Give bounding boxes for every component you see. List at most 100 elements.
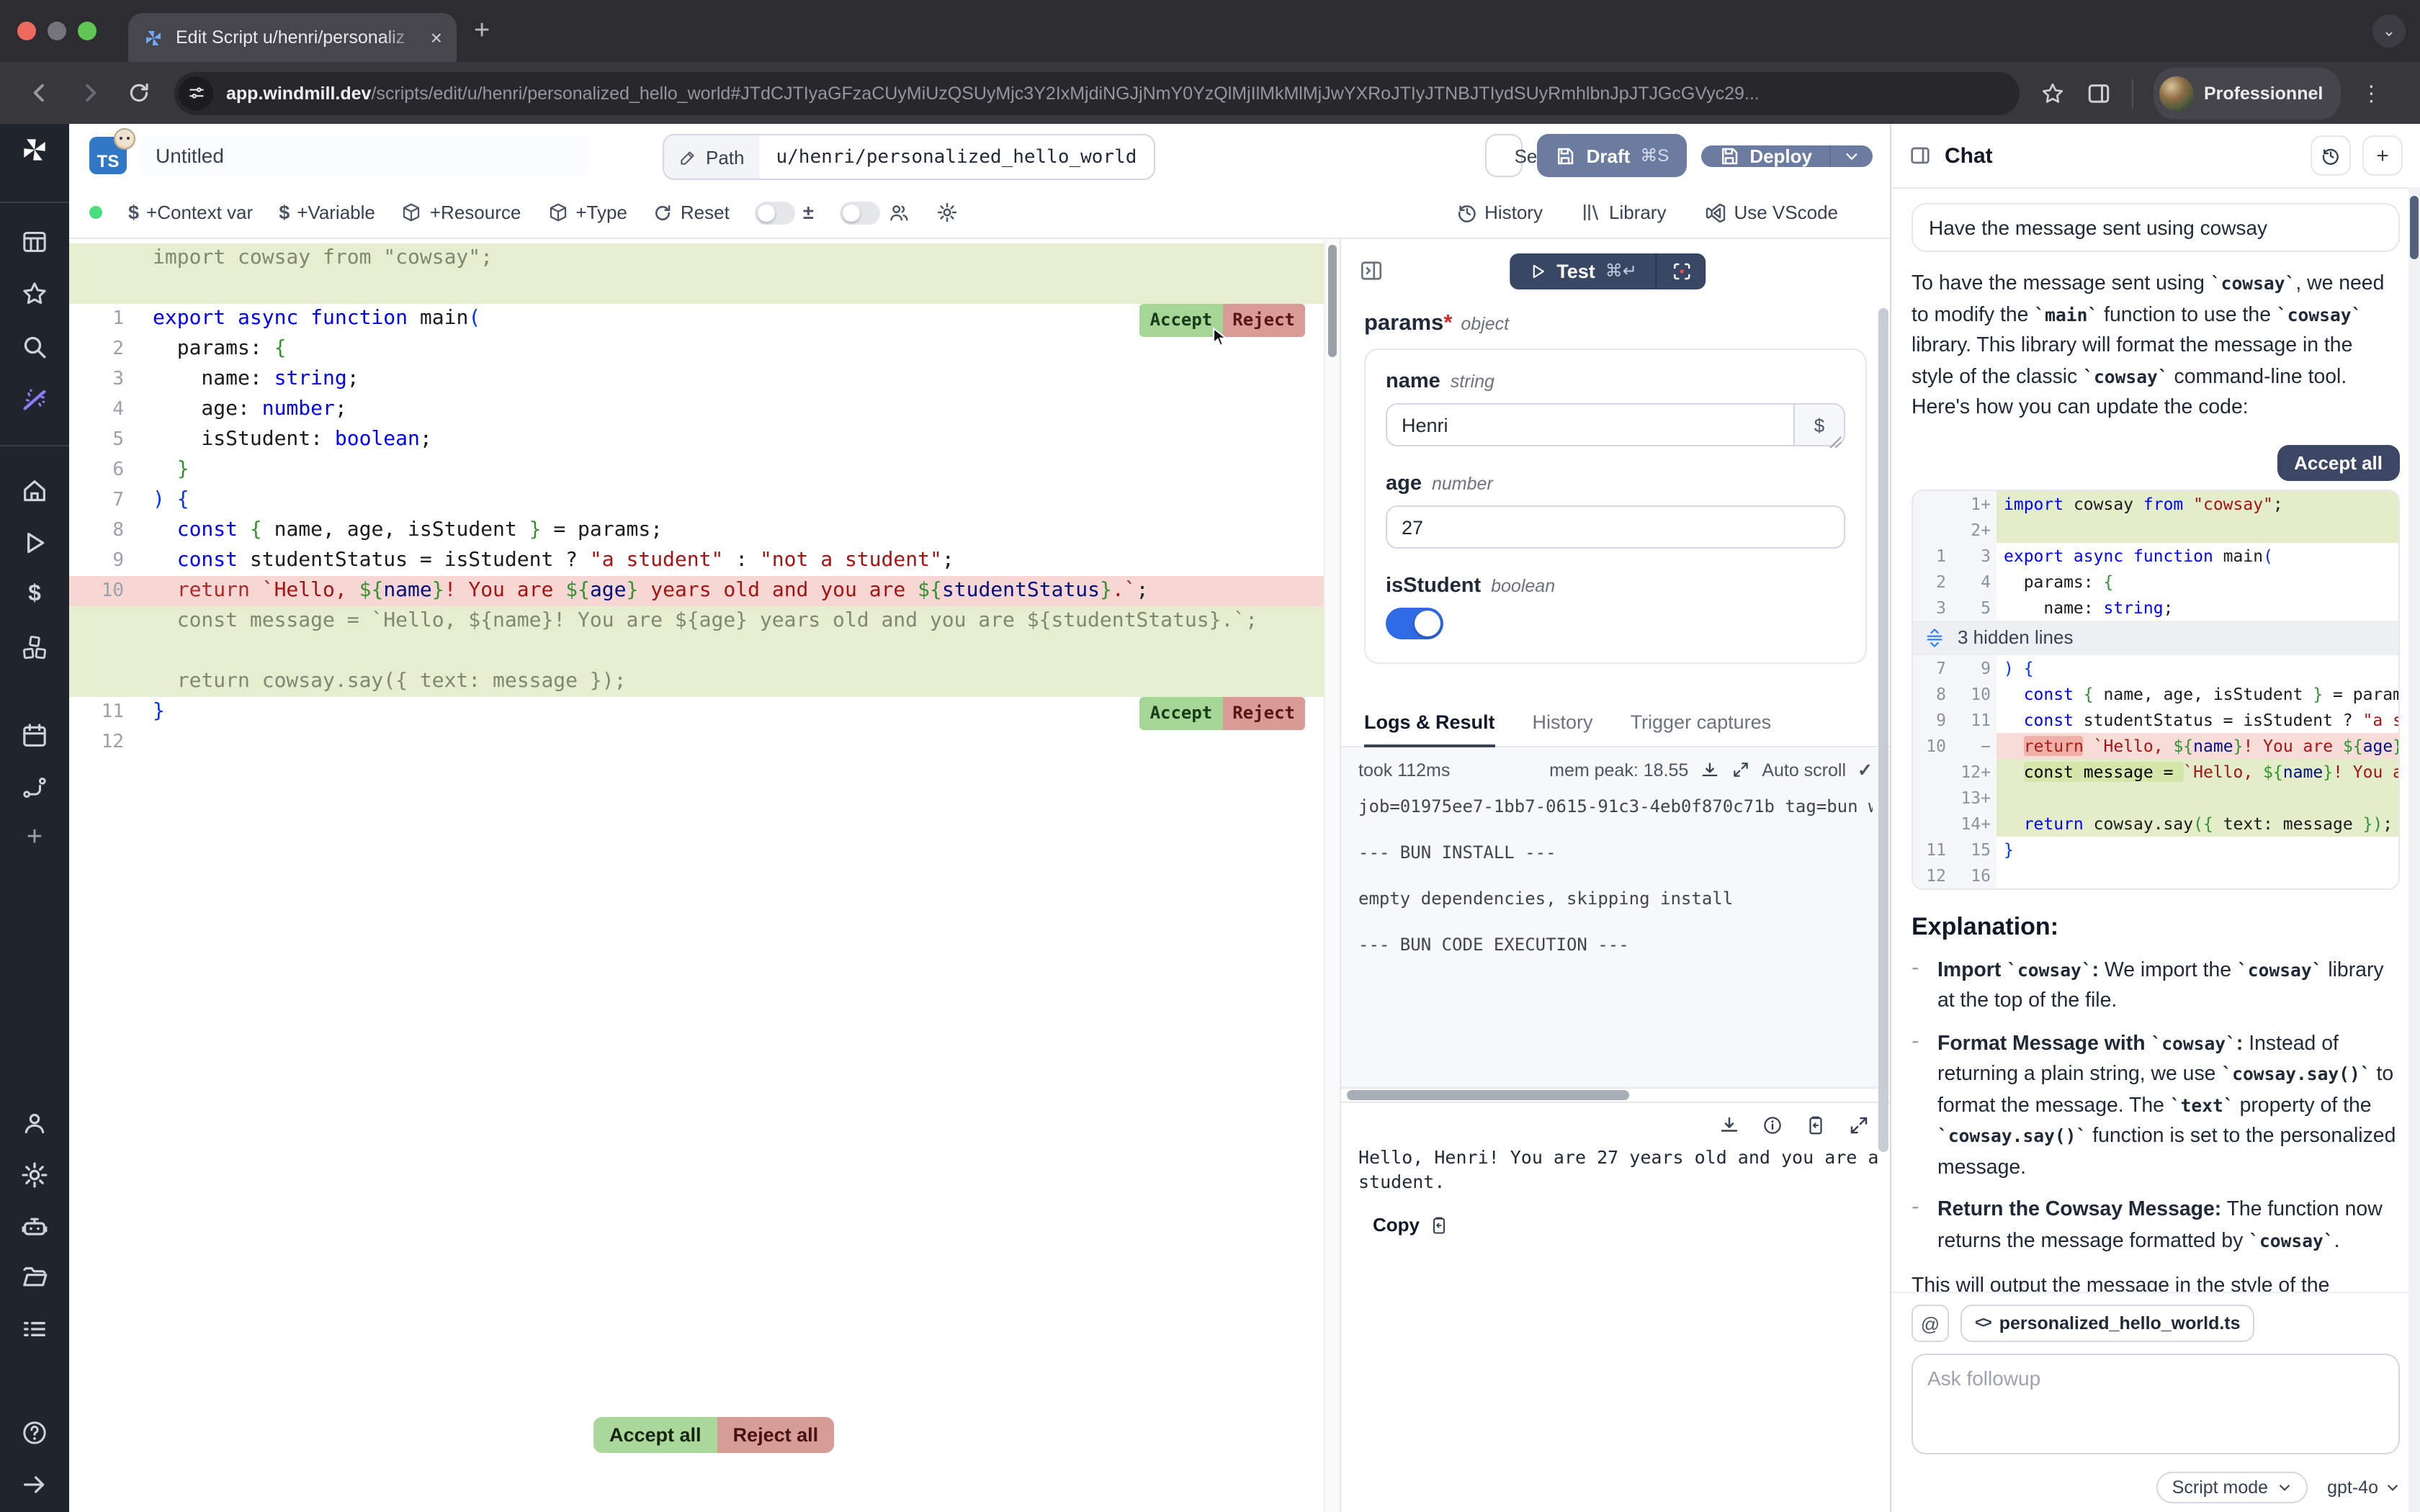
copy-result-icon[interactable] (1805, 1115, 1827, 1136)
sidebar-item-ai[interactable] (17, 382, 52, 416)
accept-all-button[interactable]: Accept all (593, 1417, 717, 1453)
settings-button[interactable]: Settings (1486, 134, 1523, 177)
window-controls[interactable] (17, 22, 97, 40)
sidebar-item-schedules[interactable] (17, 719, 52, 753)
test-button[interactable]: Test⌘↵ (1509, 253, 1656, 289)
chat-accept-all-button[interactable]: Accept all (2277, 444, 2400, 480)
add-type-button[interactable]: +Type (547, 202, 627, 223)
expand-logs-icon[interactable] (1731, 760, 1750, 779)
profile-button[interactable]: Professionnel (2154, 67, 2340, 119)
use-vscode-button[interactable]: Use VScode (1703, 201, 1838, 224)
diff-toggle[interactable]: ± (756, 201, 814, 224)
download-result-icon[interactable] (1718, 1115, 1740, 1136)
isstudent-toggle[interactable] (1386, 608, 1443, 639)
deploy-split-button[interactable]: Deploy (1700, 145, 1873, 166)
sidebar-item-resources[interactable] (17, 631, 52, 665)
editor-scrollbar[interactable] (1324, 239, 1340, 1512)
deploy-dropdown-button[interactable] (1831, 145, 1873, 166)
path-button[interactable]: Path u/henri/personalized_hello_world (663, 134, 1155, 180)
url-bar[interactable]: app.windmill.dev/scripts/edit/u/henri/pe… (174, 71, 2020, 114)
tab-search-icon[interactable]: ⌄ (2372, 14, 2406, 48)
panel-scrollbar[interactable] (1878, 308, 1888, 1152)
tab-history[interactable]: History (1533, 701, 1593, 746)
browser-tab[interactable]: Edit Script u/henri/personaliz × (128, 13, 457, 62)
context-file-chip[interactable]: <> personalized_hello_world.ts (1960, 1305, 2255, 1342)
code-line[interactable] (69, 636, 1325, 667)
sidebar-item-settings[interactable] (17, 1158, 52, 1192)
reset-button[interactable]: Reset (653, 202, 730, 223)
add-resource-button[interactable]: +Resource (401, 202, 521, 223)
sidebar-item-help[interactable] (17, 1416, 52, 1450)
chat-history-button[interactable] (2311, 135, 2351, 176)
accept-hunk-button[interactable]: Accept (1140, 697, 1223, 730)
sidebar-item-search[interactable] (17, 330, 52, 364)
windmill-logo-icon[interactable] (17, 132, 52, 167)
mode-select[interactable]: Script mode (2156, 1472, 2307, 1503)
sidebar-item-flows[interactable] (17, 770, 52, 805)
kebab-menu-icon[interactable]: ⋮ (2360, 80, 2382, 106)
code-line[interactable] (69, 274, 1325, 304)
new-chat-button[interactable]: + (2362, 135, 2403, 176)
collapse-panel-icon[interactable] (1358, 258, 1384, 284)
code-line[interactable]: 12 (69, 727, 1325, 757)
code-line[interactable]: 5 isStudent: boolean; (69, 425, 1325, 455)
followup-input[interactable] (1912, 1354, 2400, 1454)
new-tab-button[interactable]: + (474, 15, 490, 47)
forward-icon[interactable] (76, 79, 104, 107)
minimize-window-button[interactable] (48, 22, 66, 40)
sidebar-item-apps[interactable] (17, 225, 52, 259)
code-line[interactable]: 7) { (69, 485, 1325, 516)
sidebar-item-favorites[interactable] (17, 276, 52, 311)
mention-button[interactable]: @ (1912, 1305, 1949, 1342)
tab-logs-result[interactable]: Logs & Result (1364, 701, 1495, 747)
script-summary-input[interactable]: Untitled (141, 134, 588, 177)
deploy-button[interactable]: Deploy (1700, 145, 1829, 166)
sidebar-collapse-icon[interactable] (17, 1467, 52, 1502)
code-line[interactable]: 1export async function main(AcceptReject (69, 304, 1325, 334)
autoscroll-label[interactable]: Auto scroll (1762, 760, 1846, 780)
code-line[interactable]: 10 return `Hello, ${name}! You are ${age… (69, 576, 1325, 606)
close-window-button[interactable] (17, 22, 36, 40)
library-button[interactable]: Library (1580, 202, 1667, 223)
logs-horizontal-scrollbar[interactable] (1341, 1087, 1890, 1102)
name-input[interactable] (1386, 403, 1845, 446)
draft-button[interactable]: Draft⌘S (1538, 134, 1687, 177)
tab-close-icon[interactable]: × (431, 27, 442, 48)
side-panel-icon[interactable] (2086, 80, 2112, 106)
reject-all-button[interactable]: Reject all (717, 1417, 835, 1453)
code-line[interactable]: return cowsay.say({ text: message }); (69, 667, 1325, 697)
code-line[interactable]: 3 name: string; (69, 364, 1325, 395)
code-line[interactable]: import cowsay from "cowsay"; (69, 243, 1325, 274)
sidebar-item-home[interactable] (17, 474, 52, 508)
sidebar-item-users[interactable] (17, 1106, 52, 1140)
add-context-var-button[interactable]: $+Context var (128, 202, 253, 223)
code-line[interactable]: 4 age: number; (69, 395, 1325, 425)
sidebar-item-new[interactable]: + (17, 821, 52, 855)
panel-right-icon[interactable] (1909, 144, 1932, 167)
bookmark-star-icon[interactable] (2040, 80, 2066, 106)
chat-scroll-area[interactable]: Have the message sent using cowsay To ha… (1891, 189, 2420, 1292)
tab-trigger-captures[interactable]: Trigger captures (1631, 701, 1772, 746)
sidebar-item-audit-logs[interactable] (17, 1312, 52, 1346)
zoom-window-button[interactable] (78, 22, 97, 40)
expand-hidden-lines[interactable]: 3 hidden lines (1913, 620, 2398, 654)
add-variable-button[interactable]: $+Variable (279, 202, 375, 223)
editor-settings-gear-icon[interactable] (936, 202, 958, 223)
code-line[interactable]: 11}AcceptReject (69, 697, 1325, 727)
info-icon[interactable] (1762, 1115, 1783, 1136)
code-line[interactable]: 8 const { name, age, isStudent } = param… (69, 516, 1325, 546)
reject-hunk-button[interactable]: Reject (1222, 697, 1305, 730)
sidebar-item-variables[interactable]: $ (17, 577, 52, 612)
code-line[interactable]: 9 const studentStatus = isStudent ? "a s… (69, 546, 1325, 576)
chat-scrollbar[interactable] (2408, 187, 2420, 1512)
reject-hunk-button[interactable]: Reject (1222, 304, 1305, 337)
reload-icon[interactable] (127, 81, 151, 105)
download-logs-icon[interactable] (1700, 760, 1720, 780)
expand-result-icon[interactable] (1848, 1115, 1870, 1136)
sidebar-item-folders[interactable] (17, 1260, 52, 1295)
sidebar-item-runs[interactable] (17, 526, 52, 560)
site-settings-icon[interactable] (179, 76, 213, 110)
code-editor[interactable]: import cowsay from "cowsay"; 1export asyn… (69, 239, 1340, 1512)
capture-test-button[interactable] (1657, 253, 1706, 289)
code-line[interactable]: const message = `Hello, ${name}! You are… (69, 606, 1325, 636)
